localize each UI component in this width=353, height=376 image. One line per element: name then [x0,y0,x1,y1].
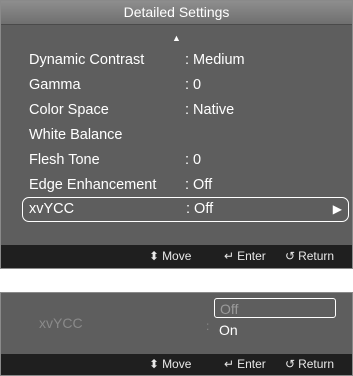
menu-item-white-balance[interactable]: White Balance [25,124,345,146]
menu-item-value: : Off [185,177,213,193]
help-move-label: Move [162,249,192,263]
menu-item-dynamic-contrast[interactable]: Dynamic Contrast : Medium [25,49,345,71]
help-return: ↺ Return [285,354,334,375]
help-enter-label: Enter [237,357,266,371]
triangle-up-icon[interactable]: ▲ [1,34,352,43]
menu-item-label: Gamma [29,77,81,93]
xvycc-colon: : [206,319,210,333]
up-down-arrows-icon: ⬍ [149,357,160,371]
menu-item-value: : 0 [185,152,202,168]
up-down-arrows-icon: ⬍ [149,249,160,263]
menu-item-value: : Off [186,201,214,217]
help-return-label: Return [298,357,335,371]
menu-item-color-space[interactable]: Color Space : Native [25,99,345,121]
help-enter: ↵ Enter [224,245,266,268]
enter-icon: ↵ [224,249,235,263]
help-return-label: Return [298,249,335,263]
menu-item-value: : Native [185,102,235,118]
help-move-label: Move [162,357,192,371]
help-move: ⬍ Move [149,354,191,375]
menu-item-label: Color Space [29,102,109,118]
menu-item-label: xvYCC [29,201,75,217]
menu-item-label: White Balance [29,127,123,143]
detailed-settings-menu: Detailed Settings ▲ Dynamic Contrast : M… [0,0,353,269]
return-icon: ↺ [285,357,296,371]
help-bar: ⬍ Move ↵ Enter ↺ Return [1,354,352,375]
xvycc-dropdown: Off On [214,298,340,340]
menu-item-edge-enhancement[interactable]: Edge Enhancement : Off [25,174,345,196]
help-bar: ⬍ Move ↵ Enter ↺ Return [1,245,352,268]
option-off[interactable]: Off [214,298,336,318]
menu-item-flesh-tone[interactable]: Flesh Tone : 0 [25,149,345,171]
menu-item-value: : 0 [185,77,202,93]
menu-item-label: Flesh Tone [29,152,100,168]
xvycc-label: xvYCC [39,315,83,331]
menu-item-label: Edge Enhancement [29,177,157,193]
menu-item-label: Dynamic Contrast [29,52,145,68]
help-move: ⬍ Move [149,245,191,268]
menu-item-xvycc[interactable]: xvYCC : Off ▶ [22,197,349,222]
help-return: ↺ Return [285,245,334,268]
enter-icon: ↵ [224,357,235,371]
help-enter: ↵ Enter [224,354,266,375]
xvycc-option-popup: xvYCC : Off On ⬍ Move ↵ Enter ↺ Return [0,292,353,376]
return-icon: ↺ [285,249,296,263]
menu-item-gamma[interactable]: Gamma : 0 [25,74,345,96]
triangle-right-icon: ▶ [332,202,342,216]
menu-item-value: : Medium [185,52,245,68]
help-enter-label: Enter [237,249,266,263]
menu-title: Detailed Settings [1,1,352,25]
option-on[interactable]: On [214,320,340,340]
